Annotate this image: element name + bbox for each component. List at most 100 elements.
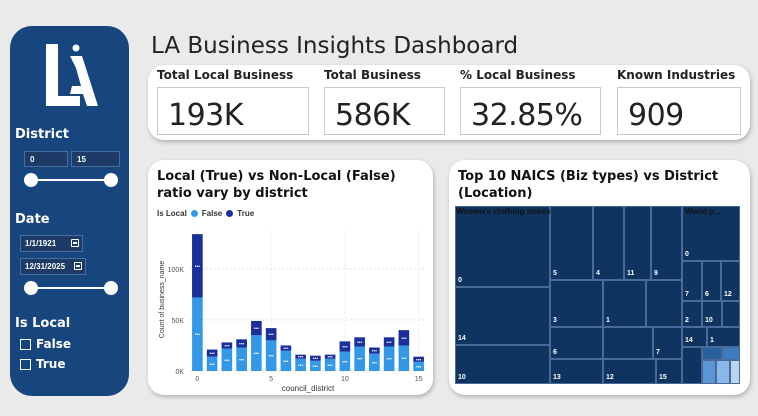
data-label: ••• xyxy=(401,356,407,362)
treemap-cell[interactable]: 13 xyxy=(550,359,603,384)
cell-label: 6 xyxy=(705,291,709,298)
data-label: ••• xyxy=(327,363,333,369)
treemap-cell[interactable]: 12 xyxy=(721,261,740,301)
kpi-title: Total Local Business xyxy=(157,68,294,82)
district-range-slider[interactable] xyxy=(24,172,118,188)
cell-label: 9 xyxy=(654,270,658,277)
treemap-cell[interactable]: 0 xyxy=(455,206,550,287)
legend-true-swatch xyxy=(226,210,234,217)
calendar-icon[interactable] xyxy=(71,239,79,247)
treemap-cell[interactable]: 7 xyxy=(653,327,682,359)
cell-label: 11 xyxy=(627,270,635,277)
cell-label: 5 xyxy=(553,270,557,277)
treemap-cell[interactable]: 10 xyxy=(455,345,550,384)
treemap-cell[interactable] xyxy=(702,360,716,384)
start-date-input[interactable]: 1/1/1921 xyxy=(20,235,83,252)
checkbox-label: True xyxy=(36,357,66,371)
data-label: ••• xyxy=(298,363,304,369)
treemap-cell[interactable]: 6 xyxy=(550,327,603,359)
district-label: District xyxy=(15,127,69,142)
legend-true-label: True xyxy=(237,209,255,218)
treemap-cell[interactable]: 7 xyxy=(682,261,702,301)
treemap-cell[interactable] xyxy=(603,327,653,359)
legend-false-label: False xyxy=(201,209,223,218)
data-label: ••• xyxy=(313,364,319,370)
treemap-cell[interactable]: 1 xyxy=(603,280,646,327)
y-axis-label: Count of business_name xyxy=(159,261,166,339)
treemap-cell[interactable] xyxy=(702,347,722,360)
legend-title: Is Local xyxy=(157,209,187,218)
bar-chart-title-line2: ratio vary by district xyxy=(157,186,308,201)
date-range-slider[interactable] xyxy=(24,280,118,296)
slider-track xyxy=(30,287,112,289)
is-local-false-checkbox[interactable]: False xyxy=(20,337,71,351)
checkbox-box[interactable] xyxy=(20,338,31,350)
cell-label: 2 xyxy=(685,317,689,324)
cell-label: 10 xyxy=(705,317,713,324)
district-max-input[interactable]: 15 xyxy=(71,151,120,167)
treemap-cell[interactable]: 14 xyxy=(682,327,707,347)
cell-label: 0 xyxy=(685,251,689,258)
slider-handle-max[interactable] xyxy=(104,281,118,295)
end-date-value: 12/31/2025 xyxy=(25,262,66,271)
data-label: ••• xyxy=(224,343,230,349)
kpi-title: Known Industries xyxy=(617,68,736,82)
cell-label: 12 xyxy=(724,291,732,298)
cell-label: 3 xyxy=(553,317,557,324)
treemap-cell[interactable]: 12 xyxy=(603,359,656,384)
treemap-cell[interactable]: 6 xyxy=(702,261,721,301)
start-date-value: 1/1/1921 xyxy=(25,239,57,248)
cell-label: 14 xyxy=(458,335,466,342)
district-min-input[interactable]: 0 xyxy=(24,151,68,167)
treemap-cell[interactable]: 10 xyxy=(702,301,722,327)
x-tick-label: 15 xyxy=(415,376,423,383)
treemap-cell[interactable] xyxy=(682,347,702,384)
treemap-cell[interactable]: 3 xyxy=(550,280,603,327)
x-tick-label: 10 xyxy=(341,376,349,383)
checkbox-box[interactable] xyxy=(20,358,31,370)
treemap-title-line2: (Location) xyxy=(458,186,533,201)
kpi-value: 909 xyxy=(617,87,741,135)
slider-handle-max[interactable] xyxy=(104,173,118,187)
data-label: ••• xyxy=(224,358,230,364)
end-date-input[interactable]: 12/31/2025 xyxy=(20,258,86,275)
y-tick-label: 100K xyxy=(168,267,185,274)
data-label: ••• xyxy=(283,346,289,352)
cell-label: 10 xyxy=(458,374,466,381)
y-tick-label: 50K xyxy=(172,318,185,325)
data-label: ••• xyxy=(239,357,245,363)
treemap-cell[interactable]: 9 xyxy=(651,206,682,280)
treemap-cell[interactable]: 14 xyxy=(455,287,550,345)
bar-chart-panel: Local (True) vs Non-Local (False) ratio … xyxy=(148,160,433,395)
treemap-group-label: Wood p... xyxy=(685,207,721,216)
data-label: ••• xyxy=(254,351,260,357)
treemap: 0 14 10 5 4 11 9 3 1 6 7 13 12 15 Women'… xyxy=(455,206,740,384)
data-label: ••• xyxy=(283,359,289,365)
data-label: ••• xyxy=(386,357,392,363)
treemap-cell[interactable] xyxy=(730,360,740,384)
cell-label: 6 xyxy=(553,349,557,356)
is-local-true-checkbox[interactable]: True xyxy=(20,357,65,371)
treemap-cell[interactable] xyxy=(646,280,682,327)
treemap-cell[interactable]: 15 xyxy=(656,359,682,384)
kpi-title: % Local Business xyxy=(460,68,576,82)
chart-legend: Is Local False True xyxy=(157,209,254,218)
data-label: ••• xyxy=(401,336,407,342)
treemap-cell[interactable] xyxy=(722,301,740,327)
kpi-value: 586K xyxy=(324,87,445,135)
checkbox-label: False xyxy=(36,337,71,351)
treemap-cell[interactable]: 2 xyxy=(682,301,702,327)
calendar-icon[interactable] xyxy=(74,262,82,270)
bar-chart-title: Local (True) vs Non-Local (False) ratio … xyxy=(157,168,396,202)
treemap-cell[interactable]: 11 xyxy=(624,206,651,280)
treemap-cell[interactable] xyxy=(722,347,740,360)
slider-track xyxy=(30,179,112,181)
slider-handle-min[interactable] xyxy=(24,173,38,187)
treemap-cell[interactable]: 5 xyxy=(550,206,593,280)
data-label: ••• xyxy=(209,351,215,357)
slider-handle-min[interactable] xyxy=(24,281,38,295)
treemap-cell[interactable] xyxy=(716,360,730,384)
treemap-cell[interactable]: 4 xyxy=(593,206,624,280)
data-label: ••• xyxy=(357,340,363,346)
treemap-cell[interactable]: 1 xyxy=(707,327,740,347)
